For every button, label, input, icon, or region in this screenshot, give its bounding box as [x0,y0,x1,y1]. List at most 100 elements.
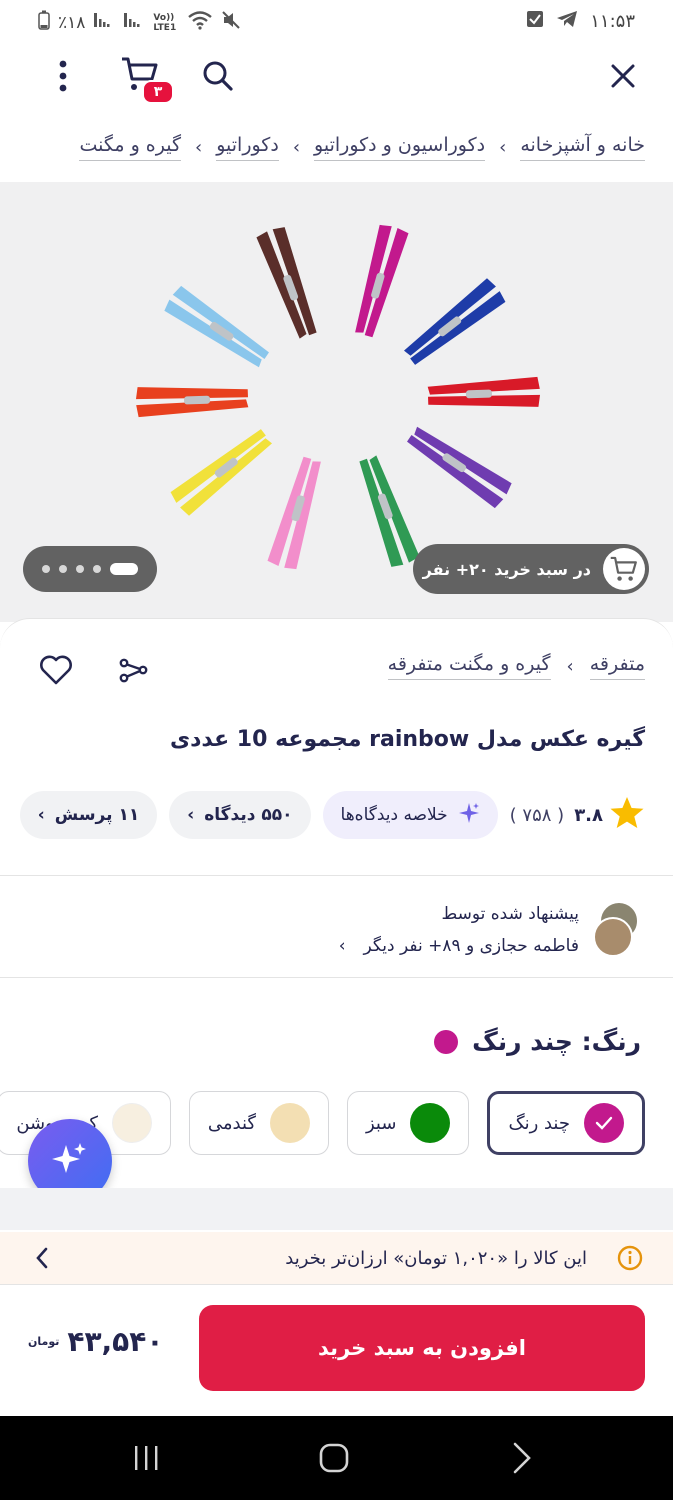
mute-icon [221,10,241,35]
breadcrumb-item-home-kitchen[interactable]: خانه و آشپزخانه [520,134,645,161]
cart-count-badge: ۳ [142,80,174,104]
chevron-left-icon: › [499,136,507,158]
breadcrumb-item-decoration[interactable]: دکوراسیون و دکوراتیو [314,134,486,161]
chevron-left-icon: › [566,656,574,677]
color-swatch [410,1103,451,1143]
suggested-by-people: فاطمه حجازی و ۸۹+ نفر دیگر [363,936,580,956]
close-icon[interactable] [605,58,641,94]
clothespin [403,278,506,365]
battery-percent: ٪۱۸ [58,12,86,33]
clothespin [170,429,273,516]
rating-count: ( ۷۵۸ ) [509,804,565,826]
color-label-text: رنگ: چند رنگ [472,1027,641,1056]
ai-summary-label: خلاصه دیدگاه‌ها [340,805,448,825]
social-proof-pill: در سبد خرید ۲۰+ نفر [413,544,649,594]
heart-icon[interactable] [38,653,74,687]
info-icon [617,1245,643,1275]
color-swatch [111,1103,152,1143]
add-to-cart-button[interactable]: افزودن به سبد خرید [199,1305,645,1391]
breadcrumb: خانه و آشپزخانه › دکوراسیون و دکوراتیو ›… [79,120,645,174]
clothespin [267,456,321,570]
rating[interactable]: ۳.۸ ( ۷۵۸ ) [510,796,645,835]
divider [0,977,673,978]
clothespin [427,376,541,407]
signal-icon [93,11,115,34]
cart-icon [603,548,645,590]
questions-chip[interactable]: ۱۱ پرسش › [19,791,158,839]
star-icon [609,796,645,835]
cart-button[interactable]: ۳ [118,54,174,104]
category-link-clips-misc[interactable]: گیره و مگنت متفرقه [387,653,551,680]
color-option-multicolor[interactable]: چند رنگ [487,1091,645,1155]
clothespin [407,426,512,509]
pager-dot-active [110,563,138,575]
product-card: متفرقه › گیره و مگنت متفرقه گیره عکس مدل… [0,618,673,1238]
share-icon[interactable] [116,653,150,687]
gallery-pager[interactable] [23,546,157,592]
comments-chip[interactable]: ۵۵۰ دیدگاه › [169,791,311,839]
rating-value: ۳.۸ [574,804,603,826]
back-button[interactable] [504,1440,540,1476]
telegram-icon [556,10,578,33]
price-amount: ۴۳,۵۴۰ [67,1325,164,1358]
product-stats-chips: ۳.۸ ( ۷۵۸ ) خلاصه دیدگاه‌ها ۵۵۰ دیدگاه ›… [19,791,645,839]
more-icon[interactable] [50,56,76,96]
color-option-wheat[interactable]: گندمی [188,1091,329,1155]
chevron-left-icon: › [338,936,346,956]
pager-dot [93,565,101,573]
product-category-links: متفرقه › گیره و مگنت متفرقه [387,653,645,680]
buy-bar: افزودن به سبد خرید تومان ۴۳,۵۴۰ [0,1284,673,1416]
clothespin [355,224,409,338]
chevron-left-icon: › [292,136,301,158]
clothespin [256,227,317,339]
clock-time: ۱۱:۵۳ [590,11,635,32]
price: تومان ۴۳,۵۴۰ [28,1325,163,1358]
section-spacer [0,1188,673,1230]
color-option-green[interactable]: سبز [347,1091,470,1155]
divider [0,875,673,876]
category-link-misc[interactable]: متفرقه [589,653,645,680]
price-currency: تومان [28,1335,60,1348]
sparkle-icon [50,1139,90,1183]
check-icon [584,1103,624,1143]
color-swatch [270,1103,310,1143]
chevron-left-icon: › [187,805,195,825]
system-nav-bar [0,1416,673,1500]
color-label: رنگ: چند رنگ [434,1027,641,1056]
avatar-stack [593,901,639,959]
color-option-label: چند رنگ [508,1112,570,1134]
checkbox-notification-icon [526,10,544,33]
clothespin [164,285,269,368]
pager-dot [59,565,67,573]
color-option-label: گندمی [207,1112,256,1134]
ai-summary-chip[interactable]: خلاصه دیدگاه‌ها [322,791,498,839]
pager-dot [42,565,50,573]
chevron-left-icon [34,1246,50,1274]
chevron-left-icon: › [37,805,45,825]
wifi-icon [187,10,213,35]
suggested-by-title: پیشنهاد شده توسط [441,904,579,924]
clothespin [135,387,249,418]
color-option-label: سبز [366,1112,397,1134]
suggested-by[interactable]: پیشنهاد شده توسط فاطمه حجازی و ۸۹+ نفر د… [339,901,639,959]
chevron-left-icon: › [195,136,203,158]
questions-label: ۱۱ پرسش [54,805,140,825]
search-icon[interactable] [198,56,238,96]
breadcrumb-item-decorative[interactable]: دکوراتیو [216,134,279,161]
recent-apps-button[interactable] [128,1440,164,1476]
product-gallery[interactable]: در سبد خرید ۲۰+ نفر [0,182,673,622]
sparkle-icon [458,802,480,829]
top-bar: ۳ [0,42,673,110]
breadcrumb-item-clips-magnets[interactable]: گیره و مگنت [79,134,181,161]
clothespin [359,455,420,567]
avatar [593,917,633,957]
signal-icon-2 [123,11,145,34]
home-button[interactable] [314,1438,354,1478]
product-image [135,224,541,570]
cheaper-offer-banner[interactable]: این کالا را «۱,۰۲۰ تومان» ارزان‌تر بخرید [0,1232,673,1284]
cheaper-offer-text: این کالا را «۱,۰۲۰ تومان» ارزان‌تر بخرید [285,1247,587,1269]
social-proof-text: در سبد خرید ۲۰+ نفر [422,559,591,579]
battery-icon [38,10,50,35]
status-bar: ٪۱۸ Vo)) LTE1 ۱۱:۵۳ [0,0,673,42]
pager-dot [76,565,84,573]
